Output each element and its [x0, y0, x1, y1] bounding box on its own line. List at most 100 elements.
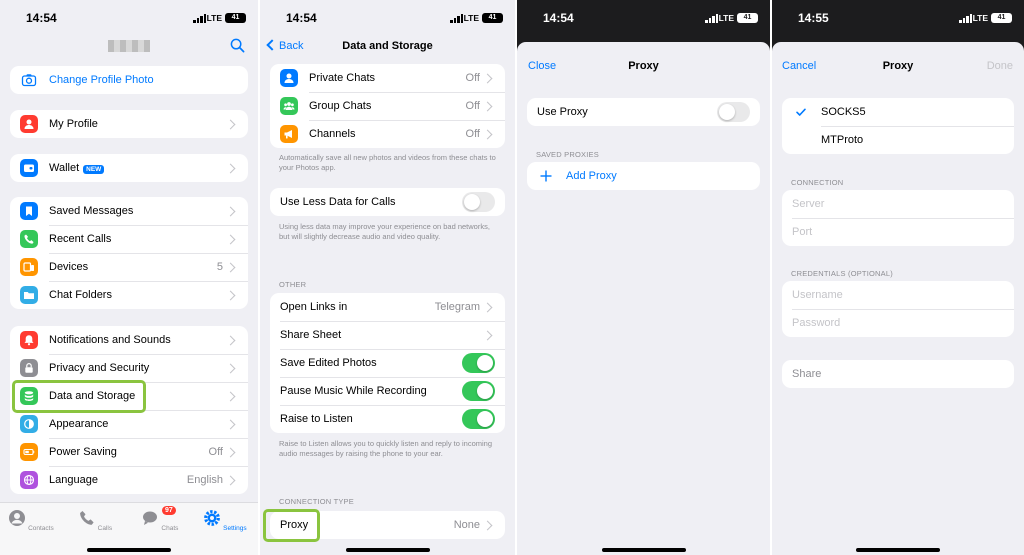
- item-label: Power Saving: [49, 446, 117, 458]
- chevron-right-icon: [225, 391, 236, 401]
- recent-calls-item[interactable]: Recent Calls: [10, 225, 248, 253]
- server-placeholder: Server: [792, 198, 825, 210]
- server-field[interactable]: Server: [782, 190, 1014, 218]
- item-label: Share Sheet: [280, 329, 342, 341]
- save-edited-photos-toggle[interactable]: [462, 353, 495, 373]
- channels-item[interactable]: Channels Off: [270, 120, 505, 148]
- half-circle-icon: [20, 415, 38, 433]
- connection-type-header: CONNECTION TYPE: [279, 497, 354, 506]
- tab-contacts[interactable]: Contacts: [6, 509, 56, 532]
- item-label: Privacy and Security: [49, 362, 150, 374]
- done-button[interactable]: Done: [987, 60, 1013, 72]
- devices-count: 5: [216, 261, 223, 273]
- pause-music-toggle[interactable]: [462, 381, 495, 401]
- tab-label: Settings: [223, 525, 247, 532]
- privacy-item[interactable]: Privacy and Security: [10, 354, 248, 382]
- item-label: Raise to Listen: [280, 413, 353, 425]
- home-indicator: [345, 548, 430, 552]
- status-time: 14:54: [543, 11, 574, 25]
- my-profile-item[interactable]: My Profile: [10, 110, 248, 138]
- wallet-item[interactable]: Wallet NEW: [10, 154, 248, 182]
- chevron-right-icon: [482, 73, 493, 83]
- group-chats-item[interactable]: Group Chats Off: [270, 92, 505, 120]
- wallet-group: Wallet NEW: [10, 154, 248, 182]
- chevron-right-icon: [482, 101, 493, 111]
- chat-bubbles-icon: [142, 511, 157, 525]
- saved-messages-item[interactable]: Saved Messages: [10, 197, 248, 225]
- use-less-data-toggle[interactable]: [462, 192, 495, 212]
- signal-icon: [959, 14, 972, 23]
- open-links-item[interactable]: Open Links in Telegram: [270, 293, 505, 321]
- power-saving-item[interactable]: Power Saving Off: [10, 438, 248, 466]
- status-bar: 14:55 LTE 41: [772, 10, 1024, 28]
- notifications-item[interactable]: Notifications and Sounds: [10, 326, 248, 354]
- port-field[interactable]: Port: [782, 218, 1014, 246]
- item-label: Channels: [309, 128, 356, 140]
- tab-bar: Contacts Calls 97 Chats Settings: [0, 502, 258, 555]
- raise-to-listen-toggle[interactable]: [462, 409, 495, 429]
- port-placeholder: Port: [792, 226, 813, 238]
- use-proxy-toggle[interactable]: [717, 102, 750, 122]
- chevron-right-icon: [225, 206, 236, 216]
- megaphone-icon: [280, 125, 298, 143]
- chevron-right-icon: [225, 163, 236, 173]
- add-proxy-button[interactable]: Add Proxy: [527, 162, 760, 190]
- use-less-data-label: Use Less Data for Calls: [280, 196, 396, 208]
- search-icon[interactable]: [230, 38, 245, 53]
- username-placeholder: Username: [792, 289, 843, 301]
- saved-proxies-header: SAVED PROXIES: [536, 150, 599, 159]
- chevron-right-icon: [225, 234, 236, 244]
- home-indicator: [856, 548, 940, 552]
- password-field[interactable]: Password: [782, 309, 1014, 337]
- item-label: Chat Folders: [49, 289, 112, 301]
- network-type: LTE: [463, 13, 479, 23]
- proxy-screen: 14:54 LTE 41 Close Proxy Use Proxy SAVED…: [517, 0, 770, 555]
- tab-chats[interactable]: 97 Chats: [135, 506, 185, 532]
- username-field[interactable]: Username: [782, 281, 1014, 309]
- signal-icon: [450, 14, 463, 23]
- battery-icon: 41: [991, 13, 1012, 23]
- battery-icon: 41: [482, 13, 503, 23]
- autosave-caption: Automatically save all new photos and vi…: [279, 153, 496, 172]
- type-mtproto-option[interactable]: MTProto: [782, 126, 1014, 154]
- phone-icon: [20, 230, 38, 248]
- power-saving-value: Off: [208, 446, 223, 458]
- use-proxy-row: Use Proxy: [527, 98, 760, 126]
- raise-to-listen-row: Raise to Listen: [270, 405, 505, 433]
- folder-icon: [20, 286, 38, 304]
- profile-name-blurred: [108, 40, 150, 52]
- item-label: Save Edited Photos: [280, 357, 377, 369]
- appearance-item[interactable]: Appearance: [10, 410, 248, 438]
- item-value: Telegram: [434, 301, 480, 313]
- proxy-edit-screen: 14:55 LTE 41 Cancel Proxy Done SOCKS5 MT…: [772, 0, 1024, 555]
- share-button[interactable]: Share: [782, 360, 1014, 388]
- devices-item[interactable]: Devices 5: [10, 253, 248, 281]
- change-profile-photo-button[interactable]: Change Profile Photo: [10, 66, 248, 94]
- status-bar: 14:54 LTE 41: [517, 10, 770, 28]
- tab-settings[interactable]: Settings: [200, 509, 250, 532]
- language-item[interactable]: Language English: [10, 466, 248, 494]
- use-proxy-label: Use Proxy: [537, 106, 588, 118]
- share-sheet-item[interactable]: Share Sheet: [270, 321, 505, 349]
- private-chats-item[interactable]: Private Chats Off: [270, 64, 505, 92]
- status-time: 14:54: [286, 11, 317, 25]
- network-type: LTE: [972, 13, 988, 23]
- chevron-right-icon: [225, 363, 236, 373]
- home-indicator: [601, 548, 686, 552]
- type-socks5-option[interactable]: SOCKS5: [782, 98, 1014, 126]
- status-bar: 14:54 LTE 41: [260, 10, 515, 28]
- network-type: LTE: [718, 13, 734, 23]
- person-icon: [280, 69, 298, 87]
- new-badge: NEW: [83, 165, 105, 174]
- chevron-right-icon: [225, 119, 236, 129]
- sheet-title: Proxy: [628, 60, 659, 72]
- use-proxy-group: Use Proxy: [527, 98, 760, 126]
- chats-unread-badge: 97: [162, 506, 176, 515]
- item-label: Appearance: [49, 418, 109, 430]
- change-photo-group: Change Profile Photo: [10, 66, 248, 94]
- less-data-caption: Using less data may improve your experie…: [279, 222, 490, 241]
- tab-calls[interactable]: Calls: [70, 509, 120, 532]
- chat-folders-item[interactable]: Chat Folders: [10, 281, 248, 309]
- pause-music-row: Pause Music While Recording: [270, 377, 505, 405]
- plus-icon: [537, 167, 555, 185]
